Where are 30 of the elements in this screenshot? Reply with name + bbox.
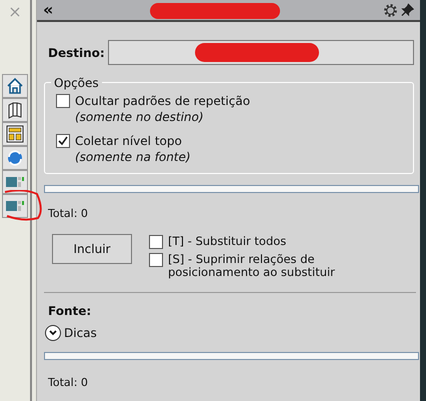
total-label: Total: 0 (48, 206, 89, 222)
check-icon (58, 136, 68, 146)
sidebar-tab[interactable] (2, 122, 28, 146)
image-icon (6, 199, 24, 213)
option-label: Coletar nível topo (75, 133, 183, 149)
layout-icon (6, 125, 24, 143)
option-note: (somente no destino) (75, 109, 205, 125)
settings-icon[interactable] (383, 2, 398, 18)
checkbox[interactable] (149, 252, 163, 266)
sidebar-tab[interactable] (2, 74, 28, 98)
checkbox[interactable] (56, 134, 70, 148)
option-note: (somente na fonte) (75, 149, 191, 165)
replace-option-label: [S] - Suprimir relações de posicionamento ao substituir (168, 252, 336, 278)
hints-label: Dicas (64, 324, 97, 342)
option-label: Ocultar padrões de repetição (75, 93, 250, 109)
pin-icon[interactable] (401, 3, 414, 17)
checkbox[interactable] (149, 234, 163, 248)
replace-option-label: [T] - Substituir todos (168, 234, 286, 248)
source-label: Fonte: (48, 302, 92, 320)
checkbox[interactable] (56, 94, 70, 108)
destination-label: Destino: (48, 44, 106, 62)
expand-toggle[interactable] (45, 324, 61, 340)
include-button[interactable]: Incluir (52, 234, 132, 264)
chevron-icon (49, 330, 57, 336)
books-icon (6, 101, 24, 119)
total-label: Total: 0 (48, 374, 89, 390)
image-icon (6, 175, 24, 189)
collapse-button[interactable]: « (43, 2, 54, 18)
sidebar-tab[interactable] (2, 98, 28, 122)
home-icon (6, 77, 24, 95)
